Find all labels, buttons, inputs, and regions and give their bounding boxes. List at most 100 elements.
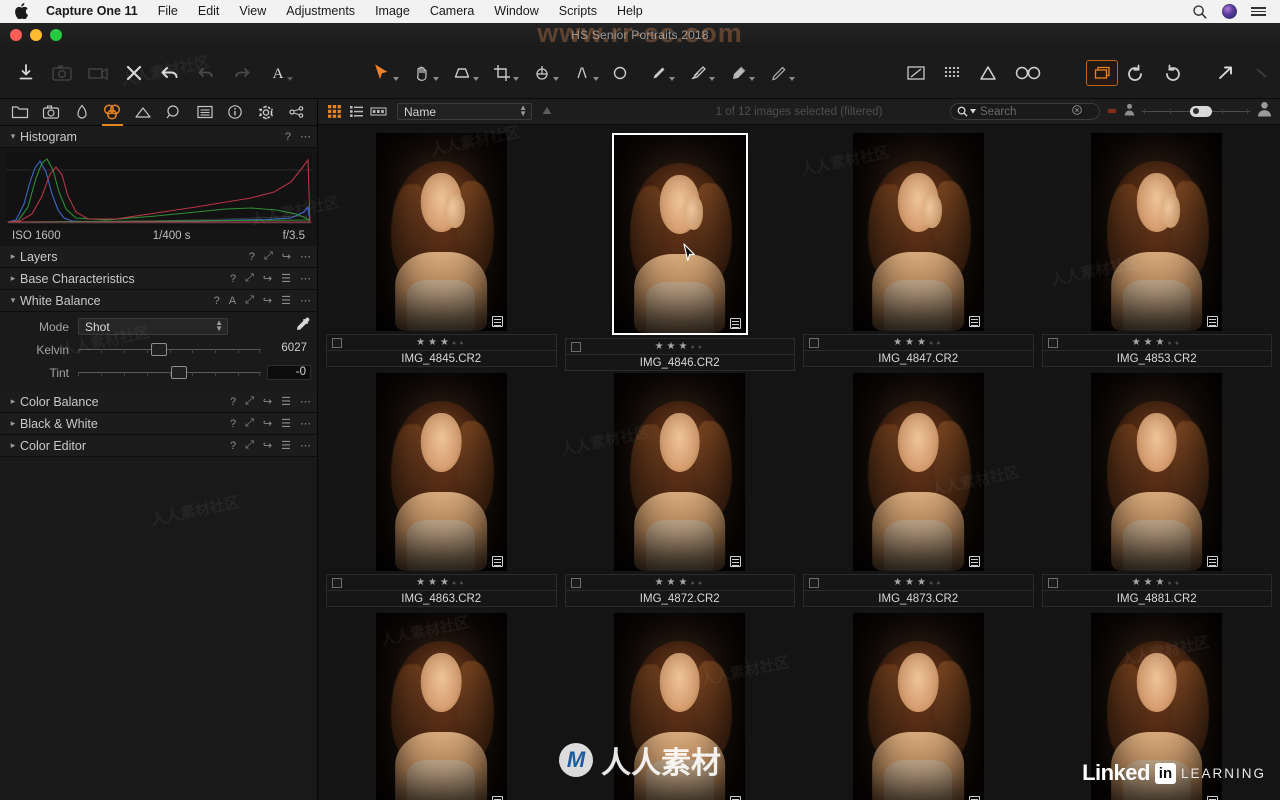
exposure-warning-button[interactable] <box>970 56 1006 90</box>
chevron-down-icon[interactable] <box>393 76 399 81</box>
copy-apply-icon[interactable]: ⤢ <box>264 250 273 263</box>
thumbnail-image-wrap[interactable] <box>1042 133 1273 331</box>
reset-icon[interactable]: ↪ <box>263 395 272 408</box>
chevron-down-icon[interactable]: ▾ <box>6 131 20 142</box>
eyedropper-icon[interactable] <box>286 316 311 338</box>
tab-batch[interactable] <box>282 100 311 125</box>
spot-removal-tool[interactable] <box>602 56 638 90</box>
delete-button[interactable] <box>116 56 152 90</box>
menu-scripts[interactable]: Scripts <box>549 0 607 23</box>
copy-apply-icon[interactable]: ⤢ <box>245 395 254 408</box>
section-base-characteristics-header[interactable]: ▸ Base Characteristics ? ⤢ ↪ ☰ ⋯ <box>0 268 317 290</box>
thumbnail-cell[interactable] <box>322 611 561 800</box>
tab-details[interactable] <box>160 100 189 125</box>
sort-by-select[interactable]: Name ▲ ▼ <box>397 103 532 120</box>
copy-apply-icon[interactable]: ⤢ <box>245 439 254 452</box>
copy-apply-icon[interactable]: ⤢ <box>245 417 254 430</box>
star-rating[interactable]: ★★★●● <box>1043 577 1272 588</box>
thumbnail-image-wrap[interactable] <box>611 133 748 335</box>
rotate-right-button[interactable] <box>1154 56 1190 90</box>
keystone-tool[interactable] <box>442 56 482 90</box>
star-rating[interactable]: ★★★●● <box>566 577 795 588</box>
maximize-button[interactable] <box>50 29 62 41</box>
chevron-down-icon[interactable] <box>513 76 519 81</box>
thumbnail-cell[interactable]: ★★★●● IMG_4873.CR2 <box>799 371 1038 611</box>
thumbnail-image[interactable] <box>852 133 984 331</box>
help-icon[interactable]: ? <box>230 418 236 430</box>
thumbnail-image[interactable] <box>852 373 984 571</box>
kelvin-slider[interactable] <box>78 342 261 357</box>
menu-image[interactable]: Image <box>365 0 420 23</box>
menu-camera[interactable]: Camera <box>420 0 484 23</box>
help-icon[interactable]: ? <box>285 131 291 143</box>
kelvin-value[interactable]: 6027 <box>267 342 311 357</box>
close-button[interactable] <box>10 29 22 41</box>
chevron-down-icon[interactable] <box>789 76 795 81</box>
chevron-right-icon[interactable]: ▸ <box>6 251 20 262</box>
control-center-icon[interactable] <box>1251 7 1266 16</box>
search-icon[interactable] <box>1192 4 1208 20</box>
reset-icon[interactable]: ↪ <box>263 439 272 452</box>
rating-row[interactable]: ★★★●● <box>326 574 557 590</box>
view-list-button[interactable] <box>348 104 365 120</box>
export-overflow-button[interactable] <box>1244 56 1280 90</box>
presets-icon[interactable]: ☰ <box>281 272 291 285</box>
thumbnail-image[interactable] <box>614 135 746 333</box>
section-white-balance-header[interactable]: ▾ White Balance ? A ⤢ ↪ ☰ ⋯ <box>0 290 317 312</box>
thumbnail-image-wrap[interactable] <box>803 373 1034 571</box>
star-rating[interactable]: ★★★●● <box>566 341 795 352</box>
gradient-mask-tool[interactable] <box>718 56 758 90</box>
help-icon[interactable]: ? <box>214 295 220 307</box>
chevron-down-icon[interactable] <box>553 76 559 81</box>
kelvin-slider-knob[interactable] <box>151 342 168 356</box>
section-histogram-header[interactable]: ▾ Histogram ? ⋯ <box>0 126 317 148</box>
help-icon[interactable]: ? <box>230 273 236 285</box>
chevron-down-icon[interactable]: ▾ <box>6 295 20 306</box>
search-field[interactable] <box>980 105 1068 118</box>
section-color-editor-header[interactable]: ▸ Color Editor ? ⤢ ↪ ☰ ⋯ <box>0 435 317 457</box>
rating-row[interactable]: ★★★●● <box>564 574 795 590</box>
thumbnail-image-wrap[interactable] <box>565 373 796 571</box>
heal-clone-tool[interactable] <box>758 56 798 90</box>
draw-mask-tool[interactable] <box>638 56 678 90</box>
presets-icon[interactable]: ☰ <box>281 395 291 408</box>
thumbnail-image[interactable] <box>852 613 984 800</box>
pan-tool[interactable] <box>402 56 442 90</box>
step-forward-button[interactable] <box>224 56 260 90</box>
help-icon[interactable]: ? <box>230 440 236 452</box>
chevron-right-icon[interactable]: ▸ <box>6 440 20 451</box>
siri-icon[interactable] <box>1222 4 1237 19</box>
rotate-tool[interactable] <box>522 56 562 90</box>
thumbnail-image[interactable] <box>1091 373 1223 571</box>
chevron-down-icon[interactable] <box>473 76 479 81</box>
chevron-down-icon[interactable] <box>669 76 675 81</box>
annotation-text-button[interactable]: A <box>260 56 296 90</box>
tab-capture[interactable] <box>37 100 66 125</box>
sort-ascending-icon[interactable] <box>541 103 553 121</box>
thumbnail-cell[interactable]: ★★★●● IMG_4872.CR2 <box>561 371 800 611</box>
tab-color[interactable] <box>98 100 127 126</box>
thumbnail-cell[interactable]: ★★★●● IMG_4881.CR2 <box>1038 371 1277 611</box>
thumbnail-cell[interactable] <box>561 611 800 800</box>
select-cursor-tool[interactable] <box>362 56 402 90</box>
tab-lens[interactable] <box>67 100 96 125</box>
thumbnail-image[interactable] <box>375 373 507 571</box>
reset-icon[interactable]: ↪ <box>263 417 272 430</box>
more-dots-icon[interactable]: ⋯ <box>300 250 311 263</box>
menu-app-name[interactable]: Capture One 11 <box>46 0 148 23</box>
white-balance-mode-select[interactable]: Shot ▲ ▼ <box>78 318 228 335</box>
menu-help[interactable]: Help <box>607 0 653 23</box>
export-share-button[interactable] <box>1208 56 1244 90</box>
more-dots-icon[interactable]: ⋯ <box>300 395 311 408</box>
thumbnail-cell[interactable]: ★★★●● IMG_4853.CR2 <box>1038 131 1277 371</box>
import-images-button[interactable] <box>8 56 44 90</box>
stepper-icon[interactable]: ▲ ▼ <box>519 104 527 118</box>
filter-badge-icon[interactable] <box>1107 103 1117 121</box>
thumbnail-image-wrap[interactable] <box>803 613 1034 800</box>
tint-slider[interactable] <box>78 365 261 380</box>
help-icon[interactable]: ? <box>230 396 236 408</box>
thumbnail-image[interactable] <box>375 133 507 331</box>
thumbnail-image[interactable] <box>375 613 507 800</box>
presets-icon[interactable]: ☰ <box>281 417 291 430</box>
thumbnail-image[interactable] <box>1091 133 1223 331</box>
